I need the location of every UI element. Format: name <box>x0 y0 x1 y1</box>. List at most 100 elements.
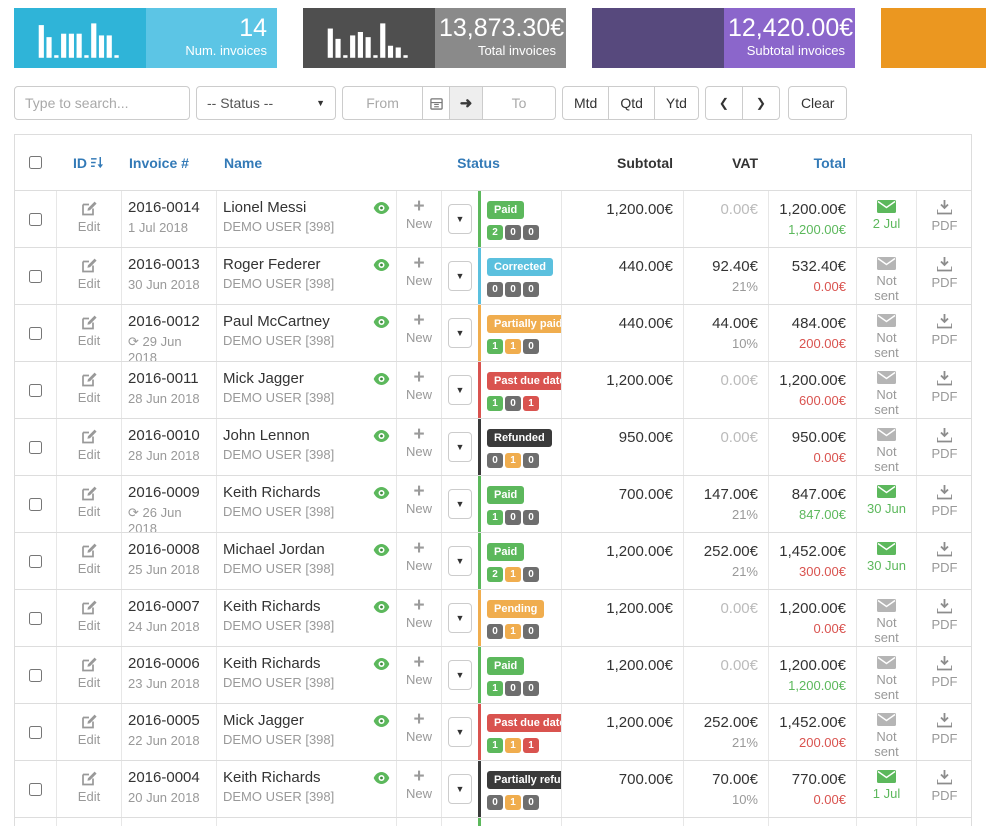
row-checkbox[interactable] <box>29 554 42 568</box>
edit-button[interactable]: Edit <box>56 362 121 418</box>
edit-button[interactable]: Edit <box>56 533 121 589</box>
edit-button[interactable]: Edit <box>56 476 121 532</box>
pdf-button[interactable]: PDF <box>916 533 972 589</box>
row-actions-dropdown[interactable]: ▼ <box>448 318 472 348</box>
row-actions-dropdown[interactable]: ▼ <box>448 489 472 519</box>
prev-button[interactable]: ❮ <box>704 86 743 120</box>
email-button[interactable]: Not sent <box>856 248 916 304</box>
row-actions-dropdown[interactable]: ▼ <box>448 375 472 405</box>
pdf-button[interactable]: PDF <box>916 191 972 247</box>
row-actions-dropdown[interactable]: ▼ <box>448 261 472 291</box>
email-button[interactable]: Not sent <box>856 419 916 475</box>
new-button[interactable]: + New <box>396 533 441 589</box>
edit-button[interactable]: Edit <box>56 590 121 646</box>
header-total[interactable]: Total <box>768 135 856 190</box>
edit-button[interactable]: Edit <box>56 305 121 361</box>
clear-button[interactable]: Clear <box>787 86 848 120</box>
row-actions-dropdown[interactable]: ▼ <box>448 603 472 633</box>
view-icon[interactable] <box>373 486 390 500</box>
view-icon[interactable] <box>373 201 390 215</box>
date-from-input[interactable] <box>342 86 423 120</box>
new-button[interactable]: + New <box>396 419 441 475</box>
edit-button[interactable]: Edit <box>56 761 121 817</box>
pdf-button[interactable]: PDF <box>916 248 972 304</box>
date-to-input[interactable] <box>482 86 556 120</box>
edit-button[interactable]: Edit <box>56 419 121 475</box>
row-checkbox[interactable] <box>29 668 42 682</box>
new-button[interactable]: + New <box>396 590 441 646</box>
row-actions-dropdown[interactable]: ▼ <box>448 432 472 462</box>
row-actions-dropdown[interactable]: ▼ <box>448 546 472 576</box>
row-actions-dropdown[interactable]: ▼ <box>448 660 472 690</box>
pdf-button[interactable]: PDF <box>916 761 972 817</box>
row-actions-dropdown[interactable]: ▼ <box>448 774 472 804</box>
header-invoice[interactable]: Invoice # <box>121 135 216 190</box>
pdf-button[interactable] <box>916 818 972 826</box>
view-icon[interactable] <box>373 771 390 785</box>
pdf-button[interactable]: PDF <box>916 476 972 532</box>
header-id[interactable]: ID <box>56 135 121 190</box>
row-checkbox[interactable] <box>29 212 42 226</box>
email-button[interactable]: Not sent <box>856 362 916 418</box>
row-checkbox[interactable] <box>29 383 42 397</box>
view-icon[interactable] <box>373 600 390 614</box>
pdf-button[interactable]: PDF <box>916 647 972 703</box>
email-button[interactable]: Not sent <box>856 704 916 760</box>
pdf-button[interactable]: PDF <box>916 362 972 418</box>
view-icon[interactable] <box>373 372 390 386</box>
new-button[interactable]: + New <box>396 362 441 418</box>
view-icon[interactable] <box>373 657 390 671</box>
email-button[interactable]: 1 Jul <box>856 761 916 817</box>
header-name[interactable]: Name <box>216 135 396 190</box>
new-button[interactable]: + New <box>396 647 441 703</box>
view-icon[interactable] <box>373 714 390 728</box>
status-select[interactable]: -- Status -- ▼ <box>196 86 336 120</box>
row-checkbox[interactable] <box>29 782 42 796</box>
view-icon[interactable] <box>373 429 390 443</box>
email-button[interactable]: Not sent <box>856 305 916 361</box>
email-button[interactable]: 2 Jul <box>856 191 916 247</box>
view-icon[interactable] <box>373 258 390 272</box>
search-input[interactable] <box>14 86 190 120</box>
new-button[interactable]: + New <box>396 476 441 532</box>
row-checkbox[interactable] <box>29 269 42 283</box>
pdf-button[interactable]: PDF <box>916 704 972 760</box>
row-actions-dropdown[interactable]: ▼ <box>448 204 472 234</box>
table-row: Edit 2016-0013 ⟳ 30 Jun 2018 Roger Feder… <box>15 248 971 305</box>
row-checkbox[interactable] <box>29 497 42 511</box>
email-button[interactable]: Not sent <box>856 647 916 703</box>
pdf-button[interactable]: PDF <box>916 419 972 475</box>
row-checkbox[interactable] <box>29 611 42 625</box>
view-icon[interactable] <box>373 315 390 329</box>
select-all-checkbox[interactable] <box>29 156 42 169</box>
email-button[interactable] <box>856 818 916 826</box>
edit-button[interactable]: Edit <box>56 704 121 760</box>
pdf-button[interactable]: PDF <box>916 590 972 646</box>
row-checkbox[interactable] <box>29 440 42 454</box>
new-button[interactable]: + New <box>396 248 441 304</box>
row-checkbox[interactable] <box>29 326 42 340</box>
email-button[interactable]: 30 Jun <box>856 476 916 532</box>
row-actions-dropdown[interactable]: ▼ <box>448 717 472 747</box>
ytd-button[interactable]: Ytd <box>653 86 699 120</box>
header-status[interactable]: Status <box>396 135 561 190</box>
row-checkbox[interactable] <box>29 725 42 739</box>
view-icon[interactable] <box>373 543 390 557</box>
email-button[interactable]: Not sent <box>856 590 916 646</box>
edit-button[interactable]: Edit <box>56 647 121 703</box>
new-button[interactable]: + New <box>396 761 441 817</box>
qtd-button[interactable]: Qtd <box>608 86 655 120</box>
edit-button[interactable] <box>56 818 121 826</box>
new-button[interactable] <box>396 818 441 826</box>
edit-button[interactable]: Edit <box>56 191 121 247</box>
new-button[interactable]: + New <box>396 191 441 247</box>
pdf-button[interactable]: PDF <box>916 305 972 361</box>
edit-button[interactable]: Edit <box>56 248 121 304</box>
new-button[interactable]: + New <box>396 305 441 361</box>
count-badge: 1 <box>487 681 503 696</box>
next-button[interactable]: ❯ <box>741 86 780 120</box>
email-button[interactable]: 30 Jun <box>856 533 916 589</box>
new-button[interactable]: + New <box>396 704 441 760</box>
calendar-button[interactable] <box>422 86 451 120</box>
mtd-button[interactable]: Mtd <box>562 86 610 120</box>
